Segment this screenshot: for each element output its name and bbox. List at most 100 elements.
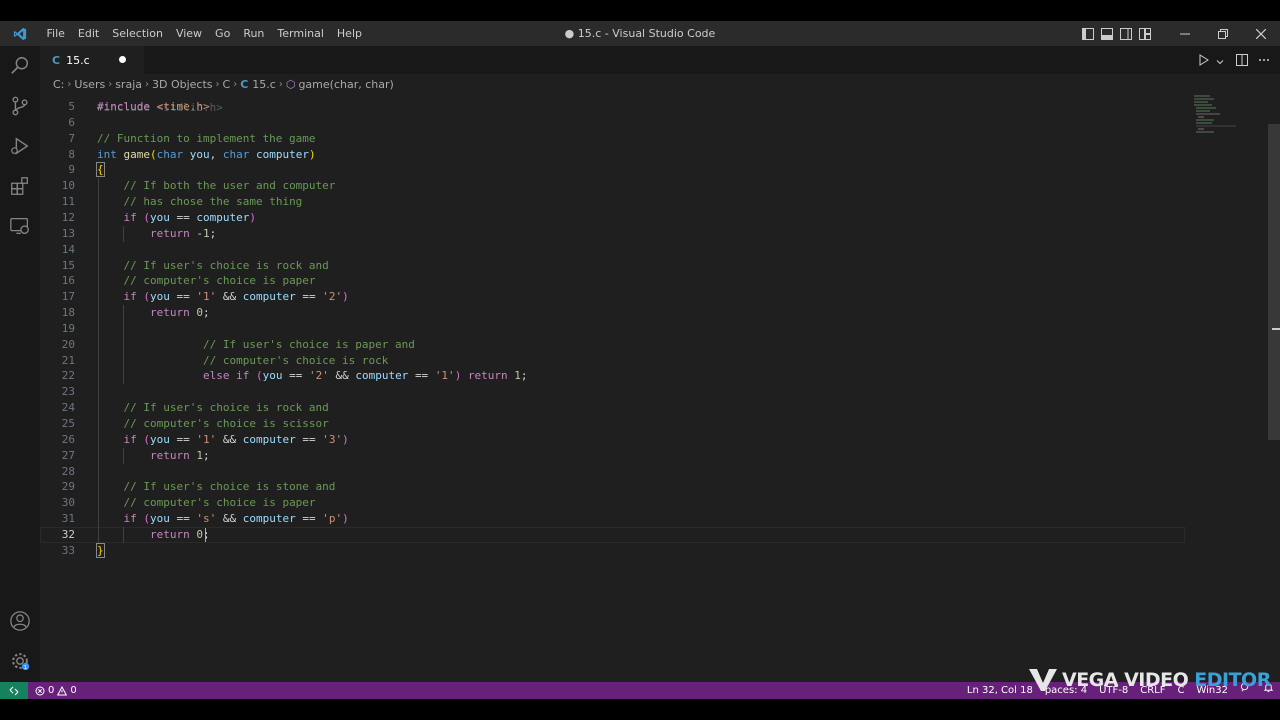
- code-token: (: [143, 210, 150, 224]
- code-token: you: [150, 210, 177, 224]
- menu-item-terminal[interactable]: Terminal: [271, 21, 331, 46]
- code-token: char: [156, 147, 190, 161]
- code-line: 19: [40, 321, 1185, 337]
- vscode-logo-icon: [0, 21, 40, 46]
- code-line: 30 // computer's choice is paper: [40, 495, 1185, 511]
- code-text: if (you == '1' && computer == '2'): [97, 289, 349, 305]
- minimap[interactable]: [1192, 94, 1252, 154]
- run-file-icon[interactable]: [1198, 51, 1210, 70]
- line-number: 23: [61, 385, 75, 399]
- line-number: 6: [68, 115, 75, 129]
- close-window-button[interactable]: [1242, 21, 1280, 46]
- breadcrumb-item[interactable]: C: [223, 78, 231, 91]
- code-token: else if: [202, 369, 256, 383]
- toggle-primary-sidebar-icon[interactable]: [1078, 21, 1097, 46]
- warning-icon: [57, 685, 68, 695]
- indent-guide: [123, 225, 124, 242]
- code-token: computer: [242, 432, 303, 446]
- menu-item-view[interactable]: View: [169, 21, 208, 46]
- code-token: ): [342, 512, 349, 526]
- restore-button[interactable]: [1204, 21, 1242, 46]
- code-text: // has chose the same thing: [97, 194, 303, 210]
- video-letterbox-bottom: [0, 699, 1280, 720]
- menu-item-help[interactable]: Help: [330, 21, 368, 46]
- breadcrumb-item[interactable]: sraja: [115, 78, 142, 91]
- breadcrumb-item[interactable]: 3D Objects: [152, 78, 213, 91]
- code-token: if: [123, 290, 144, 304]
- editor-group: C 15.c C: › Users › sraja › 3D Objects › C › C 15.c…: [40, 46, 1280, 682]
- breadcrumb-symbol[interactable]: game(char, char): [298, 78, 393, 91]
- breadcrumb-file[interactable]: 15.c: [252, 78, 276, 91]
- line-number: 15: [61, 258, 75, 272]
- menu-item-file[interactable]: File: [40, 21, 71, 46]
- code-token: -: [196, 226, 203, 240]
- split-editor-icon[interactable]: [1236, 51, 1248, 70]
- explorer-search-icon[interactable]: [0, 46, 40, 86]
- code-text: // If both the user and computer: [97, 178, 336, 194]
- code-line: 16 // computer's choice is paper: [40, 273, 1185, 289]
- line-number: 26: [61, 432, 75, 446]
- toggle-secondary-sidebar-icon[interactable]: [1116, 21, 1135, 46]
- tab-bar: C 15.c: [40, 46, 1280, 74]
- code-token: 1: [196, 448, 203, 462]
- vertical-scrollbar[interactable]: [1268, 124, 1280, 440]
- remote-indicator-icon[interactable]: [0, 682, 28, 699]
- chevron-down-icon[interactable]: [1216, 51, 1224, 70]
- more-actions-icon[interactable]: [1258, 51, 1270, 70]
- unsaved-dot-icon[interactable]: [119, 56, 126, 63]
- customize-layout-icon[interactable]: [1135, 21, 1154, 46]
- breadcrumb-chevron-icon: ›: [278, 78, 283, 90]
- code-token: ;: [520, 369, 528, 383]
- code-token: &&: [222, 432, 243, 446]
- code-token: return: [149, 226, 197, 240]
- source-control-icon[interactable]: [0, 86, 40, 126]
- video-letterbox-top: [0, 0, 1280, 21]
- line-number: 21: [61, 353, 75, 367]
- menu-item-edit[interactable]: Edit: [71, 21, 105, 46]
- line-number: 7: [68, 131, 75, 145]
- tab-15-c[interactable]: C 15.c: [40, 46, 144, 74]
- code-token: ==: [289, 369, 309, 383]
- toggle-panel-icon[interactable]: [1097, 21, 1116, 46]
- code-token: (: [143, 432, 150, 446]
- extensions-icon[interactable]: [0, 166, 40, 206]
- overview-ruler-cursor-marker: [1272, 328, 1280, 330]
- code-token: ;: [209, 226, 217, 240]
- svg-text:1: 1: [24, 665, 28, 671]
- manage-gear-icon[interactable]: 1: [0, 641, 40, 681]
- menu-item-run[interactable]: Run: [237, 21, 271, 46]
- minimize-button[interactable]: [1166, 21, 1204, 46]
- code-token: you: [262, 369, 290, 383]
- problems-indicator[interactable]: 0 0: [35, 685, 77, 696]
- line-number: 11: [61, 195, 75, 209]
- code-line: 15 // If user's choice is rock and: [40, 258, 1185, 274]
- indent-guide: [98, 178, 99, 543]
- breadcrumb-item[interactable]: Users: [74, 78, 105, 91]
- code-line: 33}: [40, 542, 1185, 559]
- code-editor[interactable]: #include <stdlib.h> 5 #include <time.h> 6 7…: [40, 94, 1280, 682]
- code-text: // If user's choice is stone and: [97, 479, 336, 495]
- code-line: 18 return 0;: [40, 305, 1185, 321]
- menu-item-selection[interactable]: Selection: [106, 21, 170, 46]
- menu-item-go[interactable]: Go: [209, 21, 237, 46]
- code-line: 9{: [40, 162, 1185, 178]
- code-token: '2': [308, 369, 336, 383]
- breadcrumb-item[interactable]: C:: [53, 78, 64, 91]
- error-count: 0: [48, 685, 55, 696]
- symbol-method-icon: ⬡: [285, 77, 296, 91]
- remote-explorer-icon[interactable]: [0, 206, 40, 246]
- code-token: computer: [242, 512, 303, 526]
- accounts-icon[interactable]: [0, 601, 40, 641]
- code-token: int: [97, 147, 124, 161]
- activity-bar: 1: [0, 46, 40, 682]
- code-token: 0: [196, 527, 203, 541]
- c-file-icon: C: [240, 77, 249, 91]
- run-and-debug-icon[interactable]: [0, 126, 40, 166]
- line-number: 8: [68, 147, 75, 161]
- line-number: 19: [61, 321, 75, 335]
